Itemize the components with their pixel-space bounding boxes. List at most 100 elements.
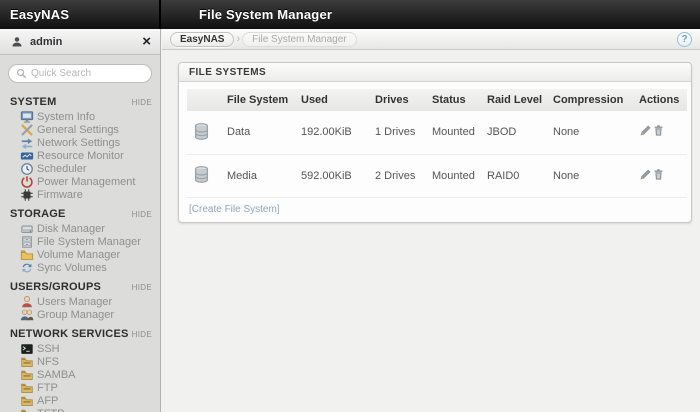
section-items: Users ManagerGroup Manager — [0, 295, 160, 321]
search-input[interactable] — [8, 64, 152, 83]
create-file-system-link[interactable]: [Create File System] — [187, 198, 282, 219]
sidebar-item-label: Users Manager — [37, 296, 112, 308]
sidebar-item-label: Network Settings — [37, 137, 120, 149]
section-hide-link[interactable]: HIDE — [132, 210, 152, 219]
section-title: SYSTEM — [10, 96, 56, 108]
column-header — [187, 89, 223, 111]
column-header-compression: Compression — [549, 89, 635, 111]
top-bar: EasyNAS File System Manager — [0, 0, 700, 29]
user-bar: admin × — [0, 29, 160, 55]
file-systems-table: File SystemUsedDrivesStatusRaid LevelCom… — [187, 89, 687, 198]
section-header: NETWORK SERVICESHIDE — [0, 323, 160, 342]
cell-drives: 1 Drives — [371, 111, 428, 154]
sidebar-section-system: SYSTEM HIDE System InfoGeneral SettingsNet… — [0, 91, 160, 201]
sidebar-section-storage: STORAGE HIDE Disk ManagerFile System Manag… — [0, 203, 160, 274]
breadcrumb-item-easynas[interactable]: EasyNAS — [170, 32, 234, 47]
section-header: SYSTEM HIDE — [0, 91, 160, 110]
cell-raid-level: RAID0 — [483, 154, 549, 198]
column-header-used: Used — [297, 89, 371, 111]
column-header-actions: Actions — [635, 89, 687, 111]
sidebar-item-label: Disk Manager — [37, 223, 105, 235]
sidebar-item-label: Group Manager — [37, 309, 114, 321]
sidebar-item-sync-volumes[interactable]: Sync Volumes — [0, 261, 160, 274]
section-items: SSHNFSSAMBAFTPAFPTFTPWEB — [0, 342, 160, 412]
top-bar-brand-area: EasyNAS — [0, 0, 161, 29]
cell-drives: 2 Drives — [371, 154, 428, 198]
cell-file-system: Media — [223, 154, 297, 198]
edit-icon[interactable] — [639, 124, 652, 137]
table-row: Media592.00KiB2 DrivesMountedRAID0None — [187, 154, 687, 198]
table-header: File SystemUsedDrivesStatusRaid LevelCom… — [187, 89, 687, 111]
sidebar-section-network-services: NETWORK SERVICESHIDESSHNFSSAMBAFTPAFPTFT… — [0, 323, 160, 412]
sidebar-item-label: Sync Volumes — [37, 262, 107, 274]
username-label: admin — [30, 36, 62, 48]
file-systems-panel: FILE SYSTEMS File SystemUsedDrivesStatus… — [178, 62, 692, 223]
sidebar-item-label: Firmware — [37, 189, 83, 201]
edit-icon[interactable] — [639, 168, 652, 181]
breadcrumb-separator: › — [236, 33, 240, 45]
cell-compression: None — [549, 111, 635, 154]
sidebar-item-firmware[interactable]: Firmware — [0, 188, 160, 201]
sidebar-item-label: TFTP — [37, 408, 65, 412]
close-icon[interactable]: × — [142, 34, 151, 49]
table-row: Data192.00KiB1 DrivesMountedJBODNone — [187, 111, 687, 154]
sidebar-item-label: General Settings — [37, 124, 119, 136]
main-content: FILE SYSTEMS File SystemUsedDrivesStatus… — [162, 50, 700, 412]
sidebar-item-label: File System Manager — [37, 236, 141, 248]
cell-actions — [635, 154, 687, 198]
section-header: USERS/GROUPS HIDE — [0, 276, 160, 295]
sidebar-item-label: Scheduler — [37, 163, 87, 175]
section-hide-link[interactable]: HIDE — [132, 98, 152, 107]
breadcrumb: EasyNAS›File System Manager — [170, 32, 357, 47]
section-items: System InfoGeneral SettingsNetwork Setti… — [0, 110, 160, 201]
group-manager-icon — [19, 307, 34, 322]
page-title: File System Manager — [199, 7, 332, 22]
cell-status: Mounted — [428, 111, 483, 154]
cell-compression: None — [549, 154, 635, 198]
sidebar-item-group-manager[interactable]: Group Manager — [0, 308, 160, 321]
sidebar-item-label: Power Management — [37, 176, 135, 188]
sidebar-item-tftp[interactable]: TFTP — [0, 407, 160, 412]
sidebar-section-users-groups: USERS/GROUPS HIDE Users ManagerGroup Manag… — [0, 276, 160, 321]
database-icon — [191, 165, 211, 185]
sync-volumes-icon — [19, 260, 34, 275]
section-items: Disk ManagerFile System ManagerVolume Ma… — [0, 222, 160, 274]
breadcrumb-bar: EasyNAS›File System Manager ? — [162, 29, 700, 50]
help-icon[interactable]: ? — [677, 32, 692, 47]
database-icon — [191, 121, 211, 141]
sidebar-item-label: Volume Manager — [37, 249, 120, 261]
section-title: STORAGE — [10, 208, 66, 220]
section-hide-link[interactable]: HIDE — [132, 330, 152, 339]
brand-title: EasyNAS — [10, 7, 69, 22]
user-icon — [9, 34, 24, 49]
firmware-icon — [19, 187, 34, 202]
section-hide-link[interactable]: HIDE — [132, 283, 152, 292]
shared-folder-icon — [19, 406, 34, 412]
panel-body: File SystemUsedDrivesStatusRaid LevelCom… — [179, 82, 691, 222]
delete-icon[interactable] — [652, 124, 665, 137]
sidebar-sections: SYSTEM HIDE System InfoGeneral SettingsNet… — [0, 91, 160, 412]
sidebar-item-label: NFS — [37, 356, 59, 368]
cell-used: 592.00KiB — [297, 154, 371, 198]
cell-actions — [635, 111, 687, 154]
delete-icon[interactable] — [652, 168, 665, 181]
column-header-file-system: File System — [223, 89, 297, 111]
column-header-drives: Drives — [371, 89, 428, 111]
cell-file-system: Data — [223, 111, 297, 154]
sidebar: admin × SYSTEM HIDE System InfoGeneral Set… — [0, 29, 161, 412]
column-header-raid-level: Raid Level — [483, 89, 549, 111]
cell-used: 192.00KiB — [297, 111, 371, 154]
cell-status: Mounted — [428, 154, 483, 198]
breadcrumb-item-file-system-manager[interactable]: File System Manager — [242, 32, 356, 47]
cell-raid-level: JBOD — [483, 111, 549, 154]
sidebar-item-label: System Info — [37, 111, 95, 123]
sidebar-item-label: AFP — [37, 395, 58, 407]
sidebar-item-label: FTP — [37, 382, 58, 394]
section-title: USERS/GROUPS — [10, 281, 101, 293]
panel-title: FILE SYSTEMS — [179, 63, 691, 82]
column-header-status: Status — [428, 89, 483, 111]
section-title: NETWORK SERVICES — [10, 328, 129, 340]
search-area — [0, 55, 160, 89]
sidebar-item-label: SAMBA — [37, 369, 76, 381]
sidebar-item-label: Resource Monitor — [37, 150, 124, 162]
